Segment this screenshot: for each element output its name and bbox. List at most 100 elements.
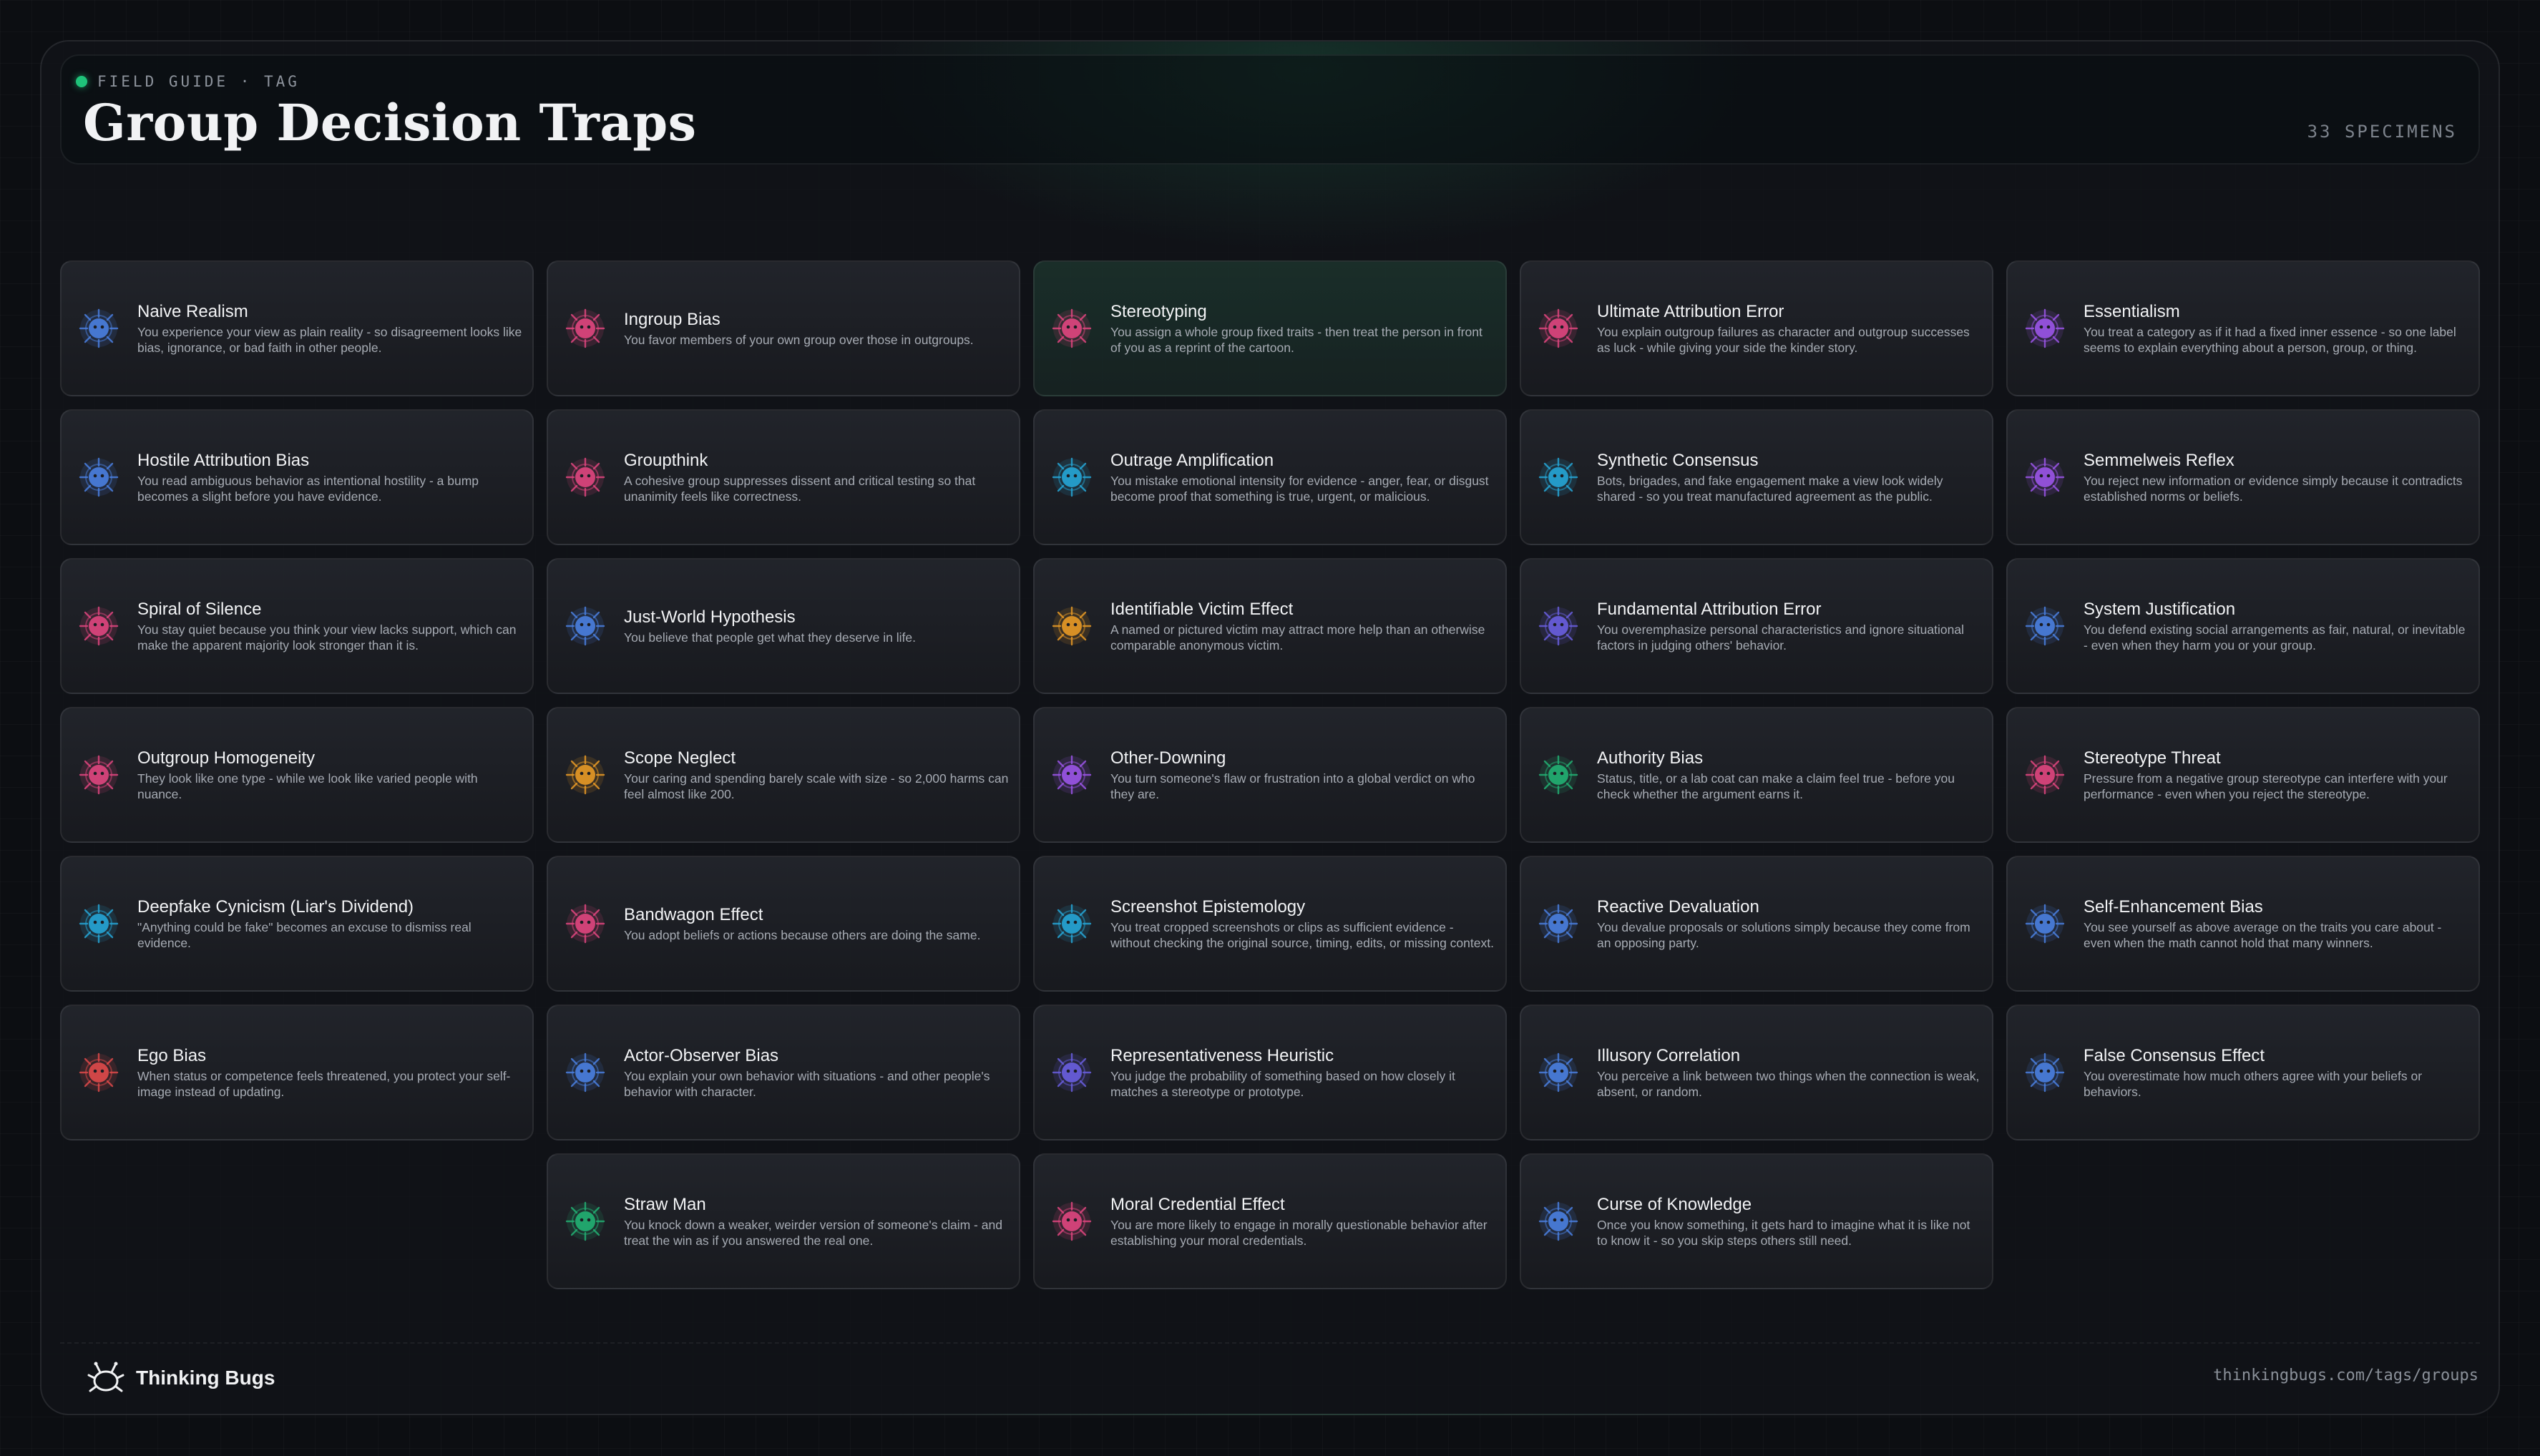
specimen-card[interactable]: Essentialism You treat a category as if i… (2006, 260, 2480, 396)
specimen-description: You stay quiet because you think your vi… (137, 622, 517, 653)
specimen-text: Stereotyping You assign a whole group fix… (1110, 301, 1495, 356)
specimen-text: Just-World Hypothesis You believe that pe… (624, 607, 1009, 645)
specimen-title: Essentialism (2084, 302, 2180, 321)
specimen-card[interactable]: Stereotyping You assign a whole group fix… (1033, 260, 1507, 396)
specimen-text: Synthetic Consensus Bots, brigades, and f… (1597, 450, 1982, 504)
specimen-card[interactable]: Deepfake Cynicism (Liar's Dividend) "Anyt… (60, 856, 534, 992)
bug-specimen-icon (2025, 457, 2065, 497)
specimen-text: Fundamental Attribution Error You overemp… (1597, 599, 1982, 653)
specimen-card[interactable]: Naive Realism You experience your view as… (60, 260, 534, 396)
specimen-text: Essentialism You treat a category as if i… (2084, 301, 2468, 356)
specimen-description: You defend existing social arrangements … (2084, 622, 2466, 653)
specimen-text: Deepfake Cynicism (Liar's Dividend) "Anyt… (137, 896, 522, 951)
bug-specimen-icon (1538, 1052, 1578, 1093)
specimen-description: You adopt beliefs or actions because oth… (624, 928, 981, 942)
bug-specimen-icon (1538, 606, 1578, 646)
specimen-card[interactable]: Ultimate Attribution Error You explain ou… (1520, 260, 1993, 396)
specimen-title: Identifiable Victim Effect (1110, 600, 1294, 619)
specimen-description: A cohesive group suppresses dissent and … (624, 474, 976, 504)
specimen-description: Once you know something, it gets hard to… (1597, 1218, 1970, 1248)
specimen-card[interactable]: System Justification You defend existing … (2006, 558, 2480, 694)
specimen-title: Curse of Knowledge (1597, 1195, 1752, 1214)
specimen-card[interactable]: Ego Bias When status or competence feels … (60, 1005, 534, 1140)
specimen-title: Ego Bias (137, 1046, 207, 1065)
specimen-card[interactable]: Outgroup Homogeneity They look like one t… (60, 707, 534, 843)
specimen-card[interactable]: Other-Downing You turn someone's flaw or … (1033, 707, 1507, 843)
specimen-card[interactable]: Moral Credential Effect You are more like… (1033, 1153, 1507, 1289)
specimen-card[interactable]: Self-Enhancement Bias You see yourself as… (2006, 856, 2480, 992)
bug-specimen-icon (1052, 904, 1092, 944)
specimen-description: You treat a category as if it had a fixe… (2084, 325, 2456, 355)
specimen-card[interactable]: Stereotype Threat Pressure from a negativ… (2006, 707, 2480, 843)
bug-specimen-icon (565, 1052, 605, 1093)
brand-name: Thinking Bugs (136, 1367, 275, 1389)
specimen-description: You favor members of your own group over… (624, 333, 974, 347)
specimen-description: You believe that people get what they de… (624, 630, 916, 645)
specimen-title: Screenshot Epistemology (1110, 897, 1306, 917)
specimen-card[interactable]: Ingroup Bias You favor members of your ow… (547, 260, 1020, 396)
specimen-title: Bandwagon Effect (624, 905, 763, 924)
specimen-card[interactable]: Just-World Hypothesis You believe that pe… (547, 558, 1020, 694)
bug-specimen-icon (2025, 755, 2065, 795)
specimen-title: Naive Realism (137, 302, 248, 321)
specimen-title: System Justification (2084, 600, 2236, 619)
bug-specimen-icon (565, 1201, 605, 1241)
specimen-title: Hostile Attribution Bias (137, 451, 310, 470)
specimen-text: Ego Bias When status or competence feels … (137, 1045, 522, 1100)
specimen-card[interactable]: Synthetic Consensus Bots, brigades, and f… (1520, 409, 1993, 545)
specimen-card[interactable]: Curse of Knowledge Once you know somethin… (1520, 1153, 1993, 1289)
bug-specimen-icon (79, 755, 119, 795)
specimen-card[interactable]: Screenshot Epistemology You treat cropped… (1033, 856, 1507, 992)
specimen-text: Curse of Knowledge Once you know somethin… (1597, 1194, 1982, 1249)
specimen-text: Identifiable Victim Effect A named or pic… (1110, 599, 1495, 653)
specimen-card[interactable]: Identifiable Victim Effect A named or pic… (1033, 558, 1507, 694)
specimen-card[interactable]: Representativeness Heuristic You judge th… (1033, 1005, 1507, 1140)
specimen-card[interactable]: Illusory Correlation You perceive a link … (1520, 1005, 1993, 1140)
specimen-text: Outrage Amplification You mistake emotion… (1110, 450, 1495, 504)
specimen-card[interactable]: Hostile Attribution Bias You read ambiguo… (60, 409, 534, 545)
specimen-text: Reactive Devaluation You devalue proposal… (1597, 896, 1982, 951)
specimen-description: You are more likely to engage in morally… (1110, 1218, 1488, 1248)
specimen-card[interactable]: Bandwagon Effect You adopt beliefs or act… (547, 856, 1020, 992)
specimen-title: Authority Bias (1597, 748, 1704, 768)
specimen-description: You turn someone's flaw or frustration i… (1110, 771, 1475, 801)
bug-specimen-icon (1538, 904, 1578, 944)
specimen-card[interactable]: Fundamental Attribution Error You overemp… (1520, 558, 1993, 694)
specimen-card[interactable]: Scope Neglect Your caring and spending ba… (547, 707, 1020, 843)
bug-logo-icon (87, 1362, 124, 1392)
specimen-title: Outgroup Homogeneity (137, 748, 316, 768)
brand-logo[interactable]: Thinking Bugs (84, 1357, 275, 1399)
footer-url[interactable]: thinkingbugs.com/tags/groups (2213, 1367, 2478, 1384)
specimen-card[interactable]: Straw Man You knock down a weaker, weirde… (547, 1153, 1020, 1289)
specimen-title: Scope Neglect (624, 748, 736, 768)
specimen-description: You overemphasize personal characteristi… (1597, 622, 1964, 653)
specimen-card[interactable]: Outrage Amplification You mistake emotion… (1033, 409, 1507, 545)
specimen-card[interactable]: Authority Bias Status, title, or a lab co… (1520, 707, 1993, 843)
specimen-title: Self-Enhancement Bias (2084, 897, 2263, 917)
specimen-card[interactable]: Spiral of Silence You stay quiet because … (60, 558, 534, 694)
specimen-card[interactable]: Semmelweis Reflex You reject new informat… (2006, 409, 2480, 545)
specimen-card[interactable]: False Consensus Effect You overestimate h… (2006, 1005, 2480, 1140)
specimen-description: They look like one type - while we look … (137, 771, 478, 801)
specimen-description: "Anything could be fake" becomes an excu… (137, 920, 472, 950)
bug-specimen-icon (79, 904, 119, 944)
specimen-title: Reactive Devaluation (1597, 897, 1759, 917)
specimen-text: System Justification You defend existing … (2084, 599, 2468, 653)
bug-specimen-icon (79, 606, 119, 646)
specimen-title: Fundamental Attribution Error (1597, 600, 1822, 619)
specimen-card[interactable]: Groupthink A cohesive group suppresses di… (547, 409, 1020, 545)
specimen-text: Representativeness Heuristic You judge th… (1110, 1045, 1495, 1100)
specimen-description: You see yourself as above average on the… (2084, 920, 2442, 950)
specimen-title: Just-World Hypothesis (624, 607, 796, 627)
specimen-title: Ultimate Attribution Error (1597, 302, 1784, 321)
specimen-card[interactable]: Actor-Observer Bias You explain your own … (547, 1005, 1020, 1140)
specimen-text: Naive Realism You experience your view as… (137, 301, 522, 356)
bug-specimen-icon (565, 755, 605, 795)
specimen-text: Illusory Correlation You perceive a link … (1597, 1045, 1982, 1100)
specimen-description: Pressure from a negative group stereotyp… (2084, 771, 2448, 801)
specimen-title: Semmelweis Reflex (2084, 451, 2234, 470)
bug-specimen-icon (1052, 606, 1092, 646)
specimen-description: You mistake emotional intensity for evid… (1110, 474, 1489, 504)
specimen-card[interactable]: Reactive Devaluation You devalue proposal… (1520, 856, 1993, 992)
specimen-description: You treat cropped screenshots or clips a… (1110, 920, 1494, 950)
